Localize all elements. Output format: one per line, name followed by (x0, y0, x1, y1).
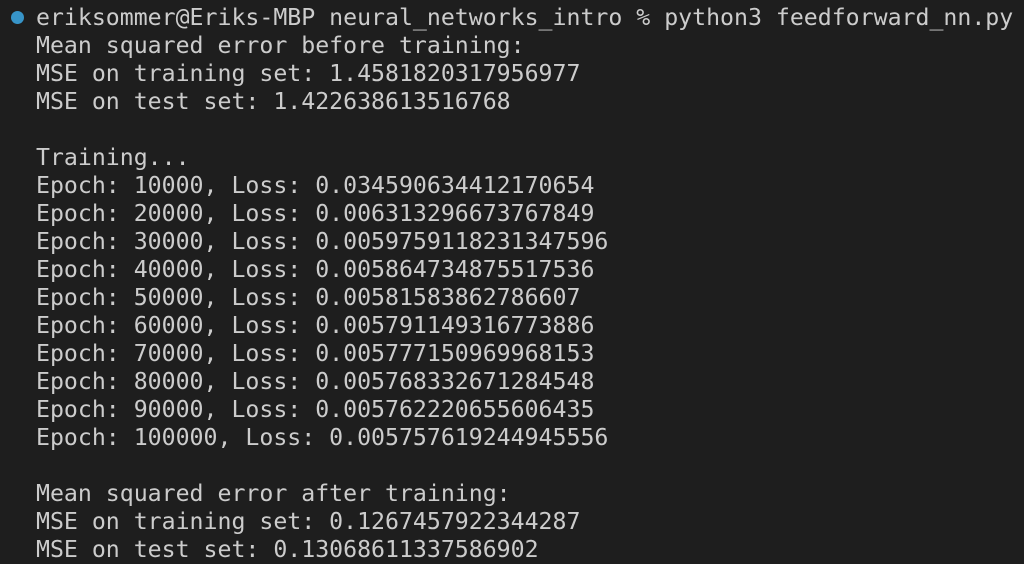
epoch-line: Epoch: 50000, Loss: 0.00581583862786607 (36, 284, 581, 311)
epoch-line: Epoch: 20000, Loss: 0.006313296673767849 (36, 200, 595, 227)
epoch-line: Epoch: 80000, Loss: 0.005768332671284548 (36, 368, 595, 395)
epoch-line: Epoch: 90000, Loss: 0.005762220655606435 (36, 396, 595, 423)
epoch-line: Epoch: 30000, Loss: 0.005975911823134759… (36, 228, 609, 255)
before-train-mse: MSE on training set: 1.4581820317956977 (36, 60, 581, 87)
after-heading: Mean squared error after training: (36, 480, 511, 507)
epoch-line: Epoch: 100000, Loss: 0.00575761924494555… (36, 424, 609, 451)
before-test-mse: MSE on test set: 1.422638613516768 (36, 88, 511, 115)
training-heading: Training... (36, 144, 190, 171)
epoch-line: Epoch: 10000, Loss: 0.034590634412170654 (36, 172, 595, 199)
terminal-output: eriksommer@Eriks-MBP neural_networks_int… (36, 4, 1013, 564)
command-prompt-line: eriksommer@Eriks-MBP neural_networks_int… (36, 4, 1014, 31)
epoch-line: Epoch: 60000, Loss: 0.005791149316773886 (36, 312, 595, 339)
command-status-dot-icon[interactable] (11, 11, 24, 24)
terminal[interactable]: eriksommer@Eriks-MBP neural_networks_int… (0, 0, 1024, 564)
after-train-mse: MSE on training set: 0.1267457922344287 (36, 508, 581, 535)
after-test-mse: MSE on test set: 0.13068611337586902 (36, 536, 539, 563)
before-heading: Mean squared error before training: (36, 32, 525, 59)
epoch-line: Epoch: 40000, Loss: 0.005864734875517536 (36, 256, 595, 283)
epoch-line: Epoch: 70000, Loss: 0.005777150969968153 (36, 340, 595, 367)
